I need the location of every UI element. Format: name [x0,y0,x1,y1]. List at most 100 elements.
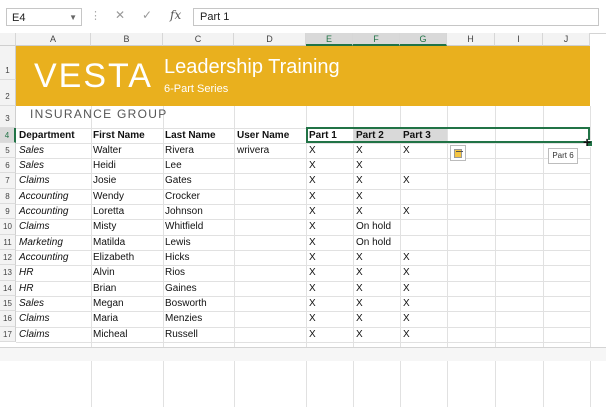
column-header-j[interactable]: J [543,33,590,46]
cell-part-2[interactable]: X [356,327,363,342]
cell-part-3[interactable]: X [403,281,410,296]
cell-first-name[interactable]: Micheal [93,327,127,342]
cell-part-1[interactable]: X [309,204,316,219]
column-header-h[interactable]: H [447,33,495,46]
cell-department[interactable]: Sales [19,143,44,158]
cell-last-name[interactable]: Gates [165,173,192,188]
cell-part-2[interactable]: X [356,158,363,173]
cell-part-2[interactable]: On hold [356,219,391,234]
row-header-16[interactable]: 16 [0,311,16,327]
cell-first-name[interactable]: Megan [93,296,124,311]
cell-department[interactable]: Claims [19,311,50,326]
cell-last-name[interactable]: Crocker [165,189,200,204]
cell-department[interactable]: Accounting [19,204,68,219]
cell-last-name[interactable]: Bosworth [165,296,207,311]
cell-department[interactable]: Claims [19,219,50,234]
formula-input[interactable]: Part 1 [193,8,599,26]
cell-part-1[interactable]: X [309,158,316,173]
cell-part-3[interactable]: X [403,296,410,311]
cell-department[interactable]: Accounting [19,250,68,265]
chevron-down-icon[interactable]: ▼ [69,9,77,27]
cell-first-name[interactable]: Misty [93,219,116,234]
enter-icon[interactable]: ✓ [142,8,152,22]
row-header-2[interactable]: 2 [0,80,16,106]
cell-part-1[interactable]: X [309,173,316,188]
column-header-a[interactable]: A [16,33,91,46]
cell-department[interactable]: Accounting [19,189,68,204]
name-box[interactable]: E4 ▼ [6,8,82,26]
cell-last-name[interactable]: Lewis [165,235,191,250]
cell-last-name[interactable]: Russell [165,327,198,342]
cell-part-2[interactable]: X [356,311,363,326]
cell-last-name[interactable]: Johnson [165,204,203,219]
row-header-6[interactable]: 6 [0,158,16,173]
cell-part-1[interactable]: X [309,265,316,280]
cell-last-name[interactable]: Whitfield [165,219,203,234]
row-header-13[interactable]: 13 [0,265,16,281]
cell-part-2[interactable]: X [356,296,363,311]
row-header-7[interactable]: 7 [0,173,16,189]
cell-part-2[interactable]: X [356,204,363,219]
cell-first-name[interactable]: Matilda [93,235,125,250]
column-header-g[interactable]: G [400,33,447,46]
cell-part-1[interactable]: X [309,219,316,234]
cell-department[interactable]: Sales [19,158,44,173]
cell-part-3[interactable]: X [403,173,410,188]
column-header-b[interactable]: B [91,33,163,46]
row-header-1[interactable]: 1 [0,46,16,80]
cell-part-2[interactable]: On hold [356,235,391,250]
insert-function-icon[interactable]: fx [170,8,181,22]
cell-part-1[interactable]: X [309,296,316,311]
cell-first-name[interactable]: Josie [93,173,116,188]
column-header-c[interactable]: C [163,33,234,46]
cancel-icon[interactable]: ✕ [115,8,125,22]
row-header-17[interactable]: 17 [0,327,16,342]
cell-part-2[interactable]: X [356,189,363,204]
header-department[interactable]: Department [19,128,75,143]
cell-part-1[interactable]: X [309,311,316,326]
cell-last-name[interactable]: Rivera [165,143,194,158]
row-header-9[interactable]: 9 [0,204,16,219]
cell-first-name[interactable]: Walter [93,143,122,158]
cell-first-name[interactable]: Heidi [93,158,116,173]
cell-user-name[interactable]: wrivera [237,143,269,158]
cell-department[interactable]: Claims [19,327,50,342]
cell-part-2[interactable]: X [356,281,363,296]
cell-first-name[interactable]: Alvin [93,265,115,280]
cell-last-name[interactable]: Gaines [165,281,197,296]
cell-part-3[interactable]: X [403,311,410,326]
cell-part-1[interactable]: X [309,281,316,296]
row-header-14[interactable]: 14 [0,281,16,296]
row-header-4[interactable]: 4 [0,128,16,143]
header-user-name[interactable]: User Name [237,128,289,143]
row-header-10[interactable]: 10 [0,219,16,235]
header-last-name[interactable]: Last Name [165,128,216,143]
cell-part-3[interactable]: X [403,143,410,158]
column-header-i[interactable]: I [495,33,543,46]
cell-part-2[interactable]: X [356,265,363,280]
cell-last-name[interactable]: Rios [165,265,185,280]
cell-part-3[interactable]: X [403,204,410,219]
cell-department[interactable]: Marketing [19,235,63,250]
cell-part-1[interactable]: X [309,235,316,250]
cell-part-1[interactable]: X [309,143,316,158]
autofill-options-icon[interactable] [450,145,466,161]
column-header-d[interactable]: D [234,33,306,46]
row-header-15[interactable]: 15 [0,296,16,311]
cell-department[interactable]: HR [19,265,33,280]
selection-range[interactable] [306,127,590,143]
row-header-12[interactable]: 12 [0,250,16,265]
cell-first-name[interactable]: Elizabeth [93,250,134,265]
select-all-corner[interactable] [0,33,16,46]
cell-last-name[interactable]: Menzies [165,311,202,326]
row-header-8[interactable]: 8 [0,189,16,204]
cell-department[interactable]: Sales [19,296,44,311]
cell-first-name[interactable]: Maria [93,311,118,326]
header-first-name[interactable]: First Name [93,128,145,143]
cell-first-name[interactable]: Wendy [93,189,124,204]
cell-part-1[interactable]: X [309,189,316,204]
cell-part-3[interactable]: X [403,250,410,265]
row-header-3[interactable]: 3 [0,106,16,128]
cell-part-1[interactable]: X [309,327,316,342]
row-header-5[interactable]: 5 [0,143,16,158]
